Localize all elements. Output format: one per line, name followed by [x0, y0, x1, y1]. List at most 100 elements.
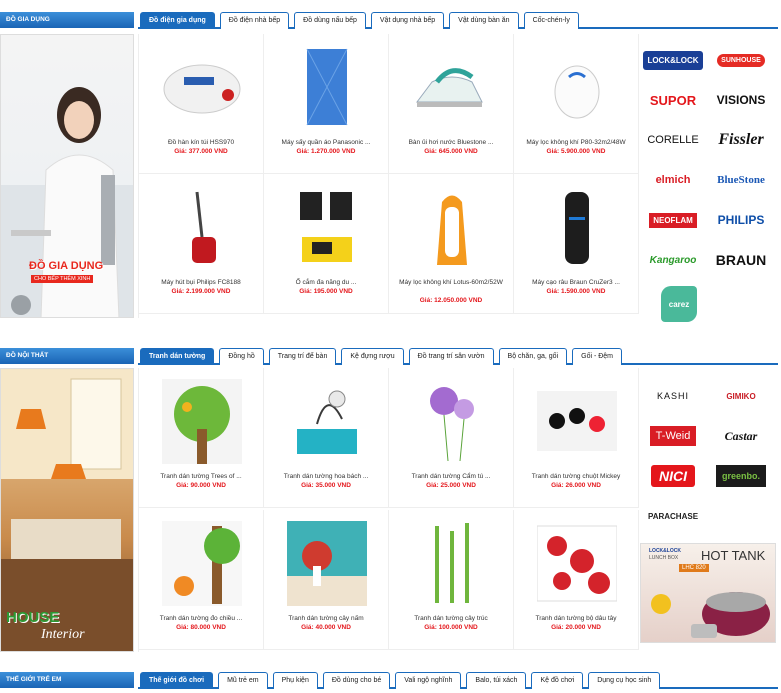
- product-card[interactable]: Đồ hàn kín túi HSS970 Giá: 377.000 VND: [139, 34, 264, 174]
- brand-logo-text: NICI: [651, 465, 695, 487]
- brand-braun[interactable]: BRAUN: [708, 240, 774, 280]
- product-image: [409, 42, 494, 132]
- product-card[interactable]: Máy lọc không khí Lotus-60m2/52W Giá: 12…: [389, 174, 514, 314]
- product-name[interactable]: Tranh dán tường Cẩm tú ...: [393, 472, 509, 481]
- tab-do-dung-nau-bep[interactable]: Đồ dùng nấu bếp: [294, 12, 366, 29]
- product-image: [409, 182, 494, 272]
- product-name[interactable]: Tranh dán tường chuột Mickey: [518, 472, 634, 481]
- tab-mu-tre-em[interactable]: Mũ trẻ em: [218, 672, 268, 689]
- product-price: Giá: 90.000 VND: [176, 482, 226, 489]
- banner-subtitle: CHO BẾP THÊM XINH: [31, 275, 94, 283]
- product-card[interactable]: Tranh dán tường bộ dâu tây Giá: 20.000 V…: [514, 510, 639, 650]
- product-card[interactable]: Máy lọc không khí P80-32m2/48W Giá: 5.90…: [514, 34, 639, 174]
- category-title[interactable]: ĐỒ GIA DỤNG: [0, 12, 134, 28]
- category-title[interactable]: ĐỒ NỘI THẤT: [0, 348, 134, 364]
- brand-corelle[interactable]: CORELLE: [640, 120, 706, 160]
- brand-greenbo[interactable]: greenbo.: [708, 456, 774, 496]
- product-image: [159, 518, 244, 608]
- section-do-noi-that: ĐỒ NỘI THẤT Tranh dán tường Đồng hồ Tran…: [0, 346, 781, 656]
- tab-do-dien-nha-bep[interactable]: Đồ điện nhà bếp: [219, 12, 290, 29]
- tab-vat-dung-ban-an[interactable]: Vật dùng bàn ăn: [449, 12, 519, 29]
- tab-do-trang-tri-san-vuon[interactable]: Đồ trang trí sân vườn: [408, 348, 494, 365]
- brand-visions[interactable]: VISIONS: [708, 80, 774, 120]
- product-card[interactable]: Tranh dán tường đo chiều ... Giá: 80.000…: [139, 510, 264, 650]
- product-card[interactable]: Máy sấy quần áo Panasonic ... Giá: 1.270…: [264, 34, 389, 174]
- product-image: [409, 376, 494, 466]
- product-name[interactable]: Máy cạo râu Braun CruZer3 ...: [518, 278, 634, 287]
- product-price: Giá: 26.000 VND: [551, 482, 601, 489]
- product-image: [159, 42, 244, 132]
- product-name[interactable]: Đồ hàn kín túi HSS970: [143, 138, 259, 147]
- product-name[interactable]: Máy sấy quần áo Panasonic ...: [268, 138, 384, 147]
- tab-balo-tui-xach[interactable]: Balo, túi xách: [466, 672, 527, 689]
- tab-phu-kien[interactable]: Phụ kiện: [272, 672, 318, 689]
- product-card[interactable]: Tranh dán tường hoa bách ... Giá: 35.000…: [264, 368, 389, 508]
- product-card[interactable]: Ổ cắm đa năng du ... Giá: 195.000 VND: [264, 174, 389, 314]
- product-card[interactable]: Tranh dán tường cây trúc Giá: 100.000 VN…: [389, 510, 514, 650]
- brand-kashi[interactable]: KASHI: [640, 376, 706, 416]
- product-price: Giá: 25.000 VND: [426, 482, 476, 489]
- brand-parachase[interactable]: PARACHASE: [640, 496, 706, 536]
- brand-kangaroo[interactable]: Kangaroo: [640, 240, 706, 280]
- brand-fissler[interactable]: Fissler: [708, 120, 774, 160]
- brand-bluestone[interactable]: BlueStone: [708, 160, 774, 200]
- product-card[interactable]: Tranh dán tường Trees of ... Giá: 90.000…: [139, 368, 264, 508]
- product-name[interactable]: Máy hút bụi Philips FC8188: [143, 278, 259, 287]
- product-name[interactable]: Máy lọc không khí P80-32m2/48W: [518, 138, 634, 147]
- tab-coc-chen-ly[interactable]: Cốc-chén-ly: [523, 12, 579, 29]
- product-price: Giá: 1.590.000 VND: [546, 288, 606, 295]
- tab-goi-dem[interactable]: Gối - Đệm: [572, 348, 623, 365]
- tab-dung-cu-hoc-sinh[interactable]: Dụng cụ học sinh: [588, 672, 661, 689]
- category-title[interactable]: THẾ GIỚI TRẺ EM: [0, 672, 134, 688]
- brand-sunhouse[interactable]: SUNHOUSE: [708, 40, 774, 80]
- tab-the-gioi-do-choi[interactable]: Thế giới đồ chơi: [140, 672, 214, 689]
- product-name[interactable]: Tranh dán tường cây trúc: [393, 614, 509, 623]
- product-grid: Đồ hàn kín túi HSS970 Giá: 377.000 VND M…: [138, 34, 639, 318]
- brand-supor[interactable]: SUPOR: [640, 80, 706, 120]
- brand-t-weid[interactable]: T-Weid: [640, 416, 706, 456]
- banner-gia-dung[interactable]: ĐỒ GIA DỤNG CHO BẾP THÊM XINH: [0, 34, 134, 318]
- product-card[interactable]: Máy hút bụi Philips FC8188 Giá: 2.199.00…: [139, 174, 264, 314]
- brand-castar[interactable]: Castar: [708, 416, 774, 456]
- brand-carez[interactable]: carez: [646, 284, 712, 324]
- tab-bo-chan-ga-goi[interactable]: Bộ chăn, ga, gối: [498, 348, 568, 365]
- brand-gimiko[interactable]: GIMIKO: [708, 376, 774, 416]
- brand-elmich[interactable]: elmich: [640, 160, 706, 200]
- product-card[interactable]: Tranh dán tường cây nấm Giá: 40.000 VND: [264, 510, 389, 650]
- tab-vali-ngo-nghinh[interactable]: Vali ngộ nghĩnh: [395, 672, 462, 689]
- product-card[interactable]: Bàn ủi hơi nước Bluestone ... Giá: 645.0…: [389, 34, 514, 174]
- tab-ke-do-choi[interactable]: Kệ đồ chơi: [531, 672, 584, 689]
- tab-tranh-dan-tuong[interactable]: Tranh dán tường: [140, 348, 215, 365]
- tab-do-dien-gia-dung[interactable]: Đồ điện gia dụng: [140, 12, 215, 29]
- brand-logo-text: SUNHOUSE: [717, 53, 765, 67]
- product-name[interactable]: Máy lọc không khí Lotus-60m2/52W: [393, 278, 509, 287]
- banner-noi-that[interactable]: HOUSE Interior: [0, 368, 134, 652]
- tab-dong-ho[interactable]: Đồng hồ: [219, 348, 264, 365]
- brand-locklock[interactable]: LOCK&LOCK: [640, 40, 706, 80]
- tab-trang-tri-de-ban[interactable]: Trang trí để bàn: [268, 348, 337, 365]
- product-name[interactable]: Ổ cắm đa năng du ...: [268, 278, 384, 287]
- hot-tank-ad[interactable]: LOCK&LOCK LUNCH BOX HOT TANK LHC 820: [640, 543, 776, 643]
- product-name[interactable]: Tranh dán tường hoa bách ...: [268, 472, 384, 481]
- product-name[interactable]: Tranh dán tường Trees of ...: [143, 472, 259, 481]
- product-card[interactable]: Tranh dán tường Cẩm tú ... Giá: 25.000 V…: [389, 368, 514, 508]
- product-card[interactable]: Tranh dán tường chuột Mickey Giá: 26.000…: [514, 368, 639, 508]
- product-name[interactable]: Tranh dán tường bộ dâu tây: [518, 614, 634, 623]
- product-image: [284, 182, 369, 272]
- brand-nici[interactable]: NICI: [640, 456, 706, 496]
- product-price: Giá: 2.199.000 VND: [171, 288, 231, 295]
- product-price: Giá: 1.270.000 VND: [296, 148, 356, 155]
- product-image: [284, 42, 369, 132]
- product-image: [534, 376, 619, 466]
- product-name[interactable]: Tranh dán tường cây nấm: [268, 614, 384, 623]
- brand-philips[interactable]: PHILIPS: [708, 200, 774, 240]
- tab-vat-dung-nha-bep[interactable]: Vật dụng nhà bếp: [370, 12, 445, 29]
- product-card[interactable]: Máy cạo râu Braun CruZer3 ... Giá: 1.590…: [514, 174, 639, 314]
- product-name[interactable]: Bàn ủi hơi nước Bluestone ...: [393, 138, 509, 147]
- brand-neoflam[interactable]: NEOFLAM: [640, 200, 706, 240]
- product-name[interactable]: Tranh dán tường đo chiều ...: [143, 614, 259, 623]
- banner-title: HOUSE: [6, 609, 60, 626]
- product-price: Giá: 5.900.000 VND: [546, 148, 606, 155]
- tab-ke-dung-ruou[interactable]: Kệ đựng rượu: [341, 348, 404, 365]
- tab-do-dung-cho-be[interactable]: Đồ dùng cho bé: [322, 672, 391, 689]
